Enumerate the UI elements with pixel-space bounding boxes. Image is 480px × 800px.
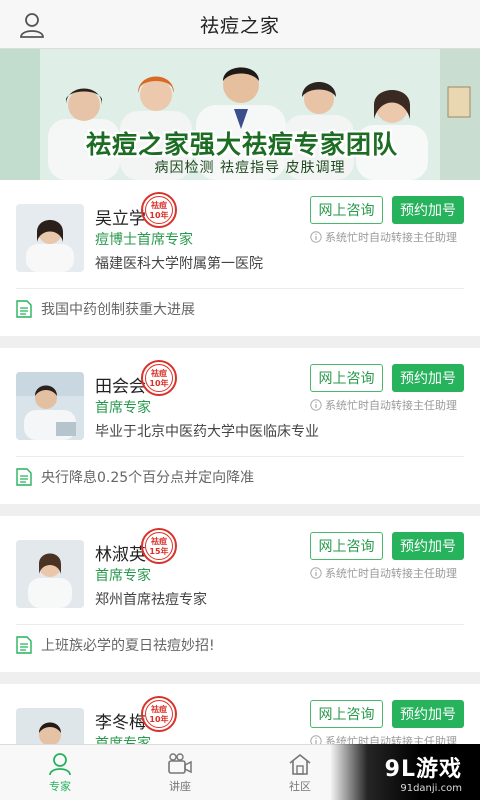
- experience-seal: 祛痘 10年: [141, 696, 177, 732]
- book-appointment-button[interactable]: 预约加号: [392, 700, 464, 728]
- doctor-card[interactable]: 吴立学 祛痘 10年 痘博士首席专家 福建医科大学附属第一医院 网上咨询 预约加…: [0, 180, 480, 336]
- doctor-hospital: 福建医科大学附属第一医院: [95, 256, 263, 272]
- online-consult-button[interactable]: 网上咨询: [310, 196, 383, 224]
- divider: [16, 456, 464, 457]
- auto-transfer-notice: 系统忙时自动转接主任助理: [310, 397, 470, 413]
- online-consult-button[interactable]: 网上咨询: [310, 700, 383, 728]
- tab-label: 社区: [289, 780, 311, 793]
- doctor-card[interactable]: 林淑英 祛痘 15年 首席专家 郑州首席祛痘专家 网上咨询 预约加号 系统忙时自…: [0, 516, 480, 672]
- doctor-rank: 首席专家: [95, 568, 151, 584]
- promo-banner[interactable]: 祛痘之家强大祛痘专家团队 病因检测 祛痘指导 皮肤调理: [0, 49, 480, 180]
- video-camera-icon: [168, 753, 192, 774]
- banner-headline: 祛痘之家强大祛痘专家团队: [85, 130, 398, 159]
- doctor-card[interactable]: 田会会 祛痘 10年 首席专家 毕业于北京中医药大学中医临床专业 网上咨询 预约…: [0, 348, 480, 504]
- doctor-photo: [16, 204, 84, 272]
- doctor-photo: [16, 372, 84, 440]
- document-icon: [16, 636, 32, 654]
- news-link[interactable]: 上班族必学的夏日祛痘妙招!: [16, 635, 215, 655]
- auto-transfer-notice: 系统忙时自动转接主任助理: [310, 565, 470, 581]
- top-bar: 祛痘之家: [0, 0, 480, 49]
- home-icon: [289, 753, 311, 775]
- info-icon: [310, 567, 322, 579]
- experience-seal: 祛痘 10年: [141, 192, 177, 228]
- doctor-name: 李冬梅: [95, 713, 146, 733]
- doctor-rank: 首席专家: [95, 400, 151, 416]
- book-appointment-button[interactable]: 预约加号: [392, 364, 464, 392]
- news-title: 我国中药创制获重大进展: [41, 302, 195, 318]
- doctor-name: 田会会: [95, 377, 146, 397]
- svg-text:祛痘: 祛痘: [150, 200, 167, 210]
- doctor-hospital: 郑州首席祛痘专家: [95, 592, 207, 608]
- doctor-avatar[interactable]: [16, 204, 84, 272]
- banner-subline: 病因检测 祛痘指导 皮肤调理: [154, 160, 346, 176]
- watermark-logo: 9L游戏: [384, 756, 462, 782]
- doctor-hospital: 毕业于北京中医药大学中医临床专业: [95, 424, 319, 440]
- svg-text:15年: 15年: [149, 546, 168, 556]
- online-consult-button[interactable]: 网上咨询: [310, 532, 383, 560]
- svg-text:祛痘: 祛痘: [150, 536, 167, 546]
- news-title: 上班族必学的夏日祛痘妙招!: [41, 638, 215, 654]
- book-appointment-button[interactable]: 预约加号: [392, 196, 464, 224]
- info-icon: [310, 231, 322, 243]
- doctor-name: 吴立学: [95, 209, 146, 229]
- auto-transfer-notice: 系统忙时自动转接主任助理: [310, 229, 470, 245]
- doctor-name: 林淑英: [95, 545, 146, 565]
- notice-text: 系统忙时自动转接主任助理: [325, 399, 457, 412]
- divider: [16, 288, 464, 289]
- doctor-photo: [16, 540, 84, 608]
- info-icon: [310, 399, 322, 411]
- news-title: 央行降息0.25个百分点并定向降准: [41, 470, 255, 486]
- divider: [16, 624, 464, 625]
- svg-text:祛痘: 祛痘: [150, 704, 167, 714]
- tab-label: 专家: [49, 780, 71, 793]
- svg-text:10年: 10年: [149, 378, 168, 388]
- doctor-avatar[interactable]: [16, 540, 84, 608]
- news-link[interactable]: 我国中药创制获重大进展: [16, 299, 195, 319]
- page-title: 祛痘之家: [199, 14, 280, 37]
- doctor-rank: 痘博士首席专家: [95, 232, 193, 248]
- document-icon: [16, 468, 32, 486]
- news-link[interactable]: 央行降息0.25个百分点并定向降准: [16, 467, 254, 487]
- site-watermark: 9L游戏 91danji.com: [330, 744, 480, 800]
- tab-label: 讲座: [169, 780, 191, 793]
- svg-text:10年: 10年: [149, 714, 168, 724]
- doctor-avatar[interactable]: [16, 372, 84, 440]
- person-icon: [49, 753, 71, 776]
- experience-seal: 祛痘 10年: [141, 360, 177, 396]
- user-profile-icon[interactable]: [18, 11, 46, 39]
- app-root: 祛痘之家 祛痘之家强大祛痘专家团队 病因检测 祛痘指导 皮肤调理 吴立学 祛痘 …: [0, 0, 480, 800]
- tab-lectures[interactable]: 讲座: [120, 745, 240, 800]
- document-icon: [16, 300, 32, 318]
- online-consult-button[interactable]: 网上咨询: [310, 364, 383, 392]
- tab-experts[interactable]: 专家: [0, 745, 120, 800]
- svg-text:祛痘: 祛痘: [150, 368, 167, 378]
- watermark-url: 91danji.com: [400, 782, 462, 794]
- experience-seal: 祛痘 15年: [141, 528, 177, 564]
- svg-text:10年: 10年: [149, 210, 168, 220]
- notice-text: 系统忙时自动转接主任助理: [325, 567, 457, 580]
- notice-text: 系统忙时自动转接主任助理: [325, 231, 457, 244]
- book-appointment-button[interactable]: 预约加号: [392, 532, 464, 560]
